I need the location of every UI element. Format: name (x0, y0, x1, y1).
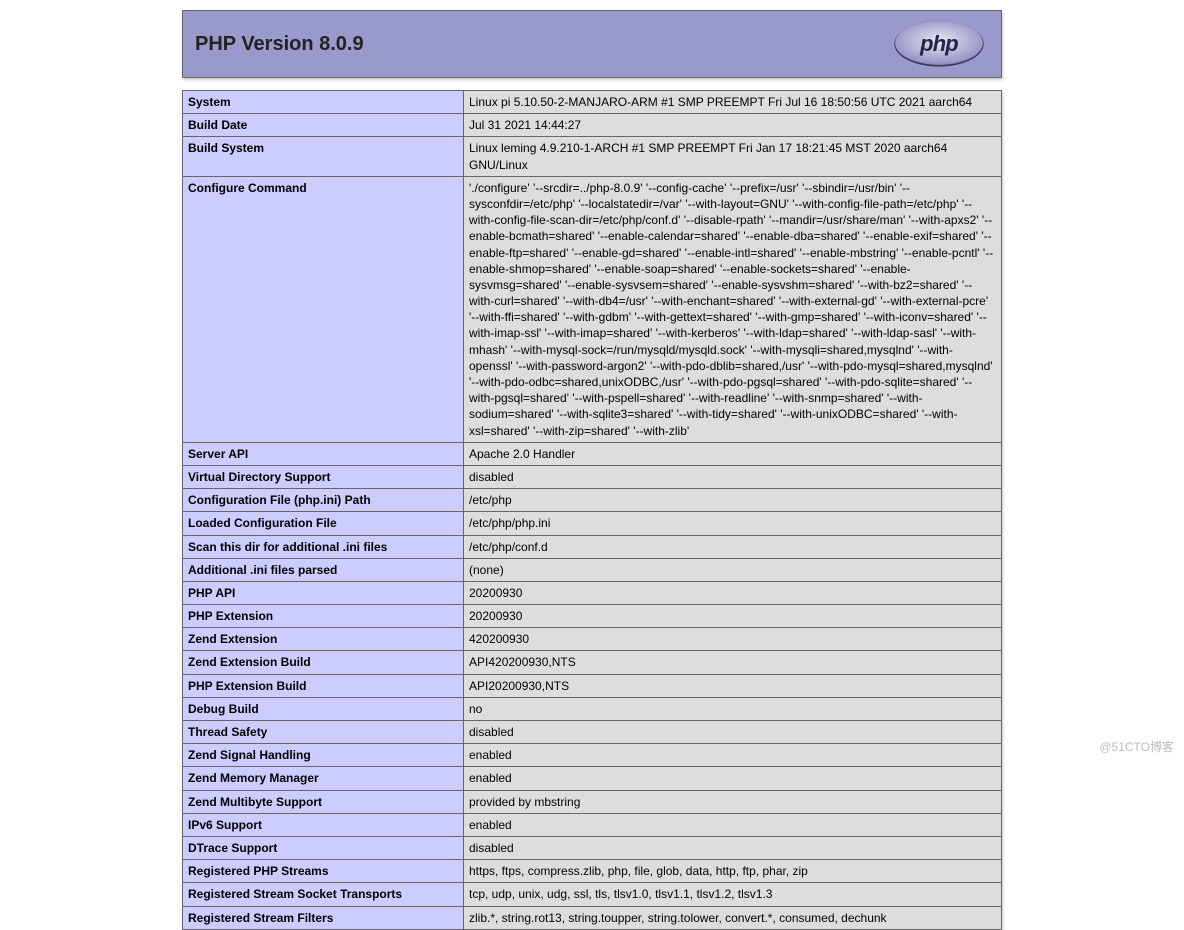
info-value: 420200930 (464, 628, 1002, 651)
phpinfo-table: SystemLinux pi 5.10.50-2-MANJARO-ARM #1 … (182, 90, 1002, 930)
svg-text:php: php (919, 31, 958, 56)
info-key: System (183, 91, 464, 114)
info-key: Server API (183, 442, 464, 465)
table-row: Zend Signal Handlingenabled (183, 744, 1002, 767)
table-row: Scan this dir for additional .ini files/… (183, 535, 1002, 558)
info-value: tcp, udp, unix, udg, ssl, tls, tlsv1.0, … (464, 883, 1002, 906)
table-row: Server APIApache 2.0 Handler (183, 442, 1002, 465)
info-key: Registered PHP Streams (183, 860, 464, 883)
info-key: Debug Build (183, 697, 464, 720)
info-key: Loaded Configuration File (183, 512, 464, 535)
page-title: PHP Version 8.0.9 (195, 33, 364, 56)
table-row: Zend Extension BuildAPI420200930,NTS (183, 651, 1002, 674)
info-value: disabled (464, 465, 1002, 488)
table-row: Thread Safetydisabled (183, 721, 1002, 744)
info-value: /etc/php/php.ini (464, 512, 1002, 535)
table-row: Virtual Directory Supportdisabled (183, 465, 1002, 488)
info-value: Linux pi 5.10.50-2-MANJARO-ARM #1 SMP PR… (464, 91, 1002, 114)
table-row: Additional .ini files parsed(none) (183, 558, 1002, 581)
info-key: Registered Stream Socket Transports (183, 883, 464, 906)
info-key: Registered Stream Filters (183, 906, 464, 929)
info-key: IPv6 Support (183, 813, 464, 836)
table-row: Configuration File (php.ini) Path/etc/ph… (183, 489, 1002, 512)
table-row: Zend Extension420200930 (183, 628, 1002, 651)
table-row: PHP Extension BuildAPI20200930,NTS (183, 674, 1002, 697)
php-logo: php (887, 17, 991, 72)
table-row: Registered Stream Filterszlib.*, string.… (183, 906, 1002, 929)
page-container: PHP Version 8.0.9 php SystemLinux pi 5.1… (182, 10, 1002, 930)
table-row: Debug Buildno (183, 697, 1002, 720)
info-key: Zend Extension Build (183, 651, 464, 674)
info-key: Additional .ini files parsed (183, 558, 464, 581)
info-key: Zend Signal Handling (183, 744, 464, 767)
info-value: Linux leming 4.9.210-1-ARCH #1 SMP PREEM… (464, 137, 1002, 176)
table-row: PHP Extension20200930 (183, 605, 1002, 628)
table-row: Configure Command'./configure' '--srcdir… (183, 176, 1002, 442)
info-key: Virtual Directory Support (183, 465, 464, 488)
info-value: Jul 31 2021 14:44:27 (464, 114, 1002, 137)
info-value: https, ftps, compress.zlib, php, file, g… (464, 860, 1002, 883)
info-key: PHP API (183, 581, 464, 604)
info-key: Configuration File (php.ini) Path (183, 489, 464, 512)
table-row: Build SystemLinux leming 4.9.210-1-ARCH … (183, 137, 1002, 176)
info-value: API420200930,NTS (464, 651, 1002, 674)
table-row: IPv6 Supportenabled (183, 813, 1002, 836)
table-row: Loaded Configuration File/etc/php/php.in… (183, 512, 1002, 535)
info-key: PHP Extension Build (183, 674, 464, 697)
table-row: Zend Multibyte Supportprovided by mbstri… (183, 790, 1002, 813)
table-row: SystemLinux pi 5.10.50-2-MANJARO-ARM #1 … (183, 91, 1002, 114)
info-value: provided by mbstring (464, 790, 1002, 813)
table-row: Build DateJul 31 2021 14:44:27 (183, 114, 1002, 137)
info-value: Apache 2.0 Handler (464, 442, 1002, 465)
table-row: Zend Memory Managerenabled (183, 767, 1002, 790)
info-key: Zend Multibyte Support (183, 790, 464, 813)
watermark: @51CTO博客 (1099, 738, 1174, 755)
header-bar: PHP Version 8.0.9 php (182, 10, 1002, 78)
info-key: Zend Memory Manager (183, 767, 464, 790)
info-key: Scan this dir for additional .ini files (183, 535, 464, 558)
table-row: Registered PHP Streamshttps, ftps, compr… (183, 860, 1002, 883)
info-value: 20200930 (464, 605, 1002, 628)
info-key: Build Date (183, 114, 464, 137)
info-value: API20200930,NTS (464, 674, 1002, 697)
table-row: PHP API20200930 (183, 581, 1002, 604)
info-value: (none) (464, 558, 1002, 581)
info-value: zlib.*, string.rot13, string.toupper, st… (464, 906, 1002, 929)
table-row: DTrace Supportdisabled (183, 836, 1002, 859)
info-value: /etc/php (464, 489, 1002, 512)
info-key: PHP Extension (183, 605, 464, 628)
info-key: Thread Safety (183, 721, 464, 744)
info-value: './configure' '--srcdir=../php-8.0.9' '-… (464, 176, 1002, 442)
info-key: Build System (183, 137, 464, 176)
info-value: no (464, 697, 1002, 720)
info-key: Configure Command (183, 176, 464, 442)
info-key: Zend Extension (183, 628, 464, 651)
info-value: disabled (464, 836, 1002, 859)
info-value: enabled (464, 744, 1002, 767)
info-value: 20200930 (464, 581, 1002, 604)
info-value: disabled (464, 721, 1002, 744)
info-value: enabled (464, 813, 1002, 836)
info-key: DTrace Support (183, 836, 464, 859)
info-value: /etc/php/conf.d (464, 535, 1002, 558)
info-value: enabled (464, 767, 1002, 790)
table-row: Registered Stream Socket Transportstcp, … (183, 883, 1002, 906)
